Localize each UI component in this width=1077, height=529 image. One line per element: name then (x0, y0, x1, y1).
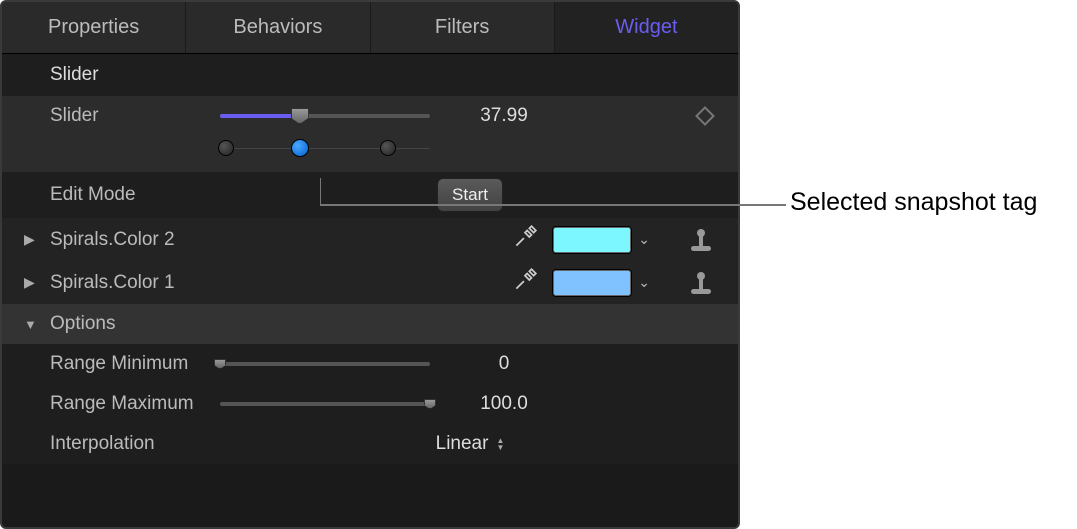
chevron-down-icon[interactable]: ⌄ (638, 274, 650, 291)
tab-properties[interactable]: Properties (2, 2, 186, 53)
snapshot-tag-1[interactable] (218, 140, 234, 156)
color-row-1: ▶ Spirals.Color 2 ⌄ (2, 218, 738, 261)
color-well-1[interactable] (552, 226, 632, 254)
slider-thumb[interactable] (291, 108, 309, 124)
eyedropper-icon[interactable] (512, 267, 538, 298)
disclosure-right-icon[interactable]: ▶ (24, 231, 35, 248)
interpolation-value: Linear (436, 433, 489, 455)
options-header-row[interactable]: ▼ Options (2, 304, 738, 344)
range-max-thumb[interactable] (424, 399, 436, 409)
slider-row: Slider 37.99 (2, 96, 738, 136)
range-min-row: Range Minimum 0 (2, 344, 738, 384)
disclosure-down-icon[interactable]: ▼ (24, 317, 37, 332)
interpolation-label: Interpolation (50, 433, 220, 455)
range-min-value[interactable]: 0 (444, 353, 564, 375)
snapshot-tag-2-selected[interactable] (291, 139, 309, 157)
section-title: Slider (2, 54, 738, 96)
tab-filters[interactable]: Filters (371, 2, 555, 53)
tab-behaviors[interactable]: Behaviors (186, 2, 370, 53)
inspector-panel: Properties Behaviors Filters Widget Slid… (0, 0, 740, 529)
color-well-2[interactable] (552, 269, 632, 297)
snapshot-tag-3[interactable] (380, 140, 396, 156)
start-button[interactable]: Start (437, 178, 503, 212)
popup-arrows-icon: ▲▼ (496, 437, 504, 451)
snapshot-track[interactable] (220, 138, 430, 158)
range-min-slider[interactable] (220, 362, 430, 366)
eyedropper-icon[interactable] (512, 224, 538, 255)
keyframe-icon[interactable] (695, 106, 715, 126)
snapshot-row (2, 136, 738, 172)
edit-mode-row: Edit Mode Start (2, 172, 738, 218)
color-row-2: ▶ Spirals.Color 1 ⌄ (2, 261, 738, 304)
callout-text: Selected snapshot tag (790, 188, 1037, 217)
disclosure-right-icon[interactable]: ▶ (24, 274, 35, 291)
tab-bar: Properties Behaviors Filters Widget (2, 2, 738, 54)
joystick-icon[interactable] (690, 229, 712, 251)
range-min-label: Range Minimum (50, 353, 220, 375)
interpolation-row: Interpolation Linear ▲▼ (2, 424, 738, 464)
color2-label: Spirals.Color 1 (50, 272, 220, 294)
range-max-value[interactable]: 100.0 (444, 393, 564, 415)
slider-label: Slider (50, 105, 220, 127)
range-max-label: Range Maximum (50, 393, 220, 415)
slider-value[interactable]: 37.99 (444, 105, 564, 127)
range-max-slider[interactable] (220, 402, 430, 406)
slider-fill (220, 114, 300, 118)
interpolation-popup[interactable]: Linear ▲▼ (436, 433, 505, 455)
options-label: Options (50, 313, 220, 335)
slider-track[interactable] (220, 114, 430, 118)
callout-leader-line (740, 204, 786, 206)
tab-widget[interactable]: Widget (555, 2, 738, 53)
edit-mode-label: Edit Mode (50, 184, 220, 206)
callout-area: Selected snapshot tag (740, 0, 1077, 529)
range-max-row: Range Maximum 100.0 (2, 384, 738, 424)
joystick-icon[interactable] (690, 272, 712, 294)
chevron-down-icon[interactable]: ⌄ (638, 231, 650, 248)
color1-label: Spirals.Color 2 (50, 229, 220, 251)
